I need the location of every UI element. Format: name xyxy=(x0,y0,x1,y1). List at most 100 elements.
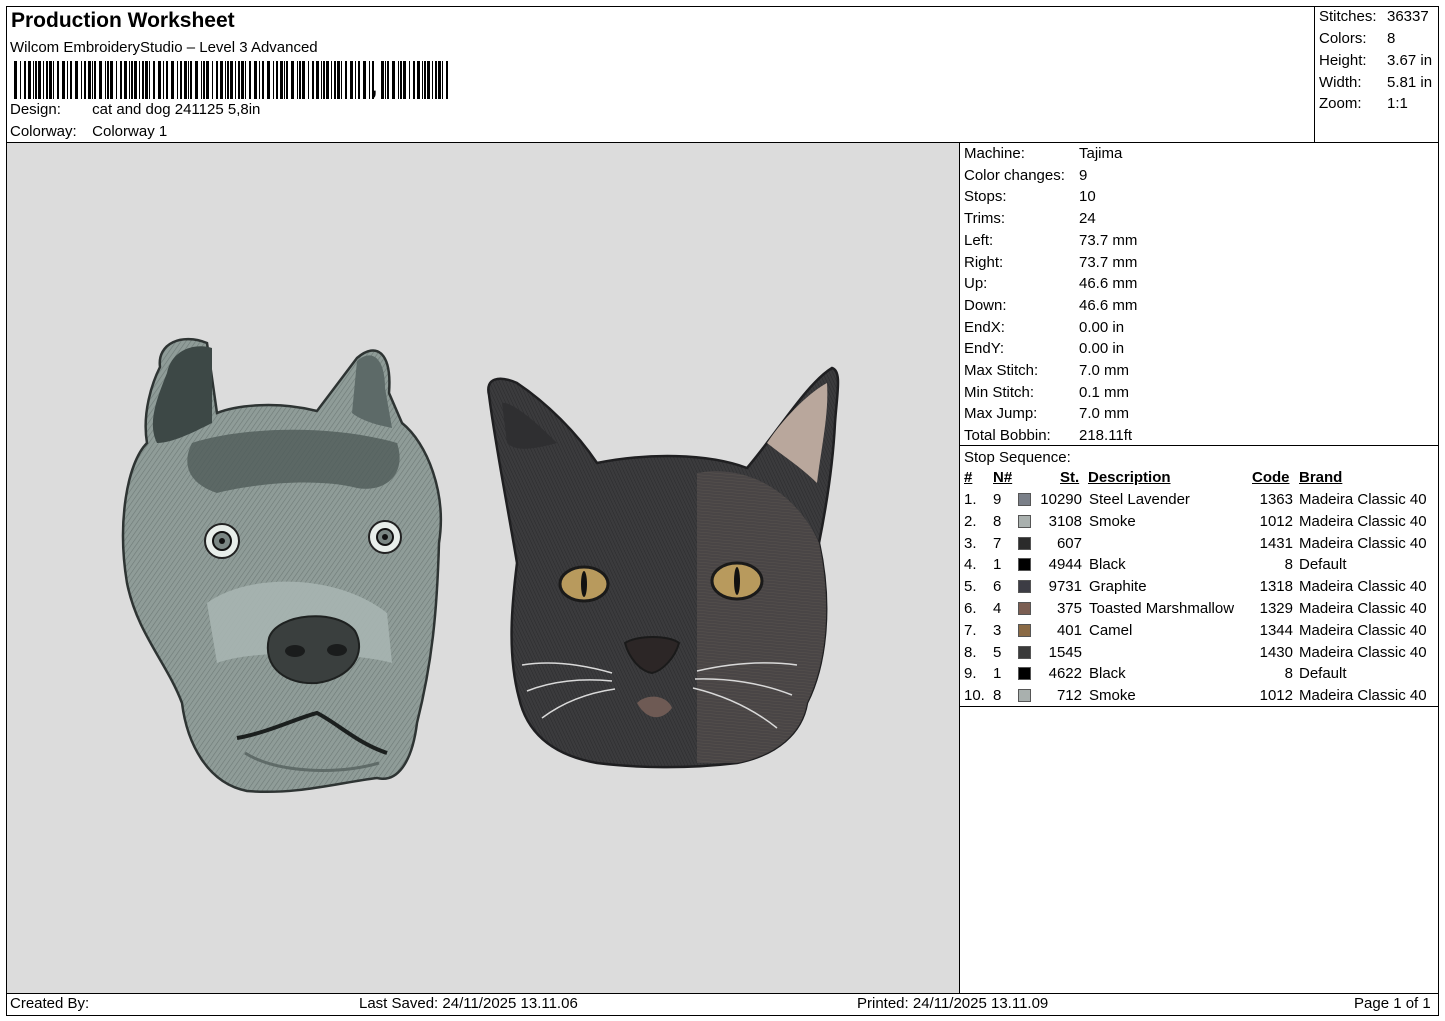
row-brand: Madeira Classic 40 xyxy=(1299,687,1427,705)
row-brand: Default xyxy=(1299,665,1347,683)
row-brand: Madeira Classic 40 xyxy=(1299,578,1427,596)
barcode-separator: , xyxy=(371,74,378,99)
row-stitches: 401 xyxy=(1056,621,1082,639)
row-description: Graphite xyxy=(1089,578,1147,596)
info-label: Left: xyxy=(964,231,994,249)
row-brand: Madeira Classic 40 xyxy=(1299,512,1427,530)
row-description: Steel Lavender xyxy=(1089,491,1190,508)
row-needle: 5 xyxy=(993,643,1002,661)
table-end-divider xyxy=(960,706,1439,707)
row-description: Camel xyxy=(1089,621,1133,639)
info-label: Max Jump: xyxy=(964,405,1038,423)
row-number: 7. xyxy=(964,621,977,639)
info-row: Left: 73.7 mm xyxy=(964,232,1137,249)
info-value: 0.00 in xyxy=(1079,340,1125,358)
info-value: 10 xyxy=(1079,188,1096,206)
info-label: Color changes: xyxy=(964,166,1065,184)
info-row: EndY: 0.00 in xyxy=(964,340,1124,357)
row-needle: 8 xyxy=(993,512,1002,530)
design-label: Design: xyxy=(10,101,61,118)
info-divider xyxy=(960,445,1439,446)
page-title: Production Worksheet xyxy=(11,9,235,32)
row-brand: Madeira Classic 40 xyxy=(1299,621,1427,639)
stat-height: Height: 3.67 in xyxy=(1319,52,1433,69)
row-brand: Madeira Classic 40 xyxy=(1299,491,1427,508)
info-label: Up: xyxy=(964,275,988,293)
row-code: 1012 xyxy=(1259,687,1293,705)
info-row: Max Jump: 7.0 mm xyxy=(964,405,1129,422)
col-code: Code xyxy=(1252,469,1290,486)
color-swatch xyxy=(1018,645,1031,659)
row-code: 1363 xyxy=(1259,491,1293,508)
design-value: cat and dog 241125 5,8in xyxy=(92,101,261,118)
info-row: Min Stitch: 0.1 mm xyxy=(964,384,1129,401)
row-description: Black xyxy=(1089,556,1126,574)
stat-colors: Colors: 8 xyxy=(1319,30,1396,47)
row-brand: Madeira Classic 40 xyxy=(1299,600,1427,617)
table-row: 3. 7 607 1431 Madeira Classic 40 xyxy=(960,535,1439,557)
row-stitches: 607 xyxy=(1056,534,1082,552)
table-row: 8. 5 1545 1430 Madeira Classic 40 xyxy=(960,644,1439,666)
info-value: 46.6 mm xyxy=(1079,296,1138,314)
info-row: Up: 46.6 mm xyxy=(964,275,1137,292)
cat-head-embroidery xyxy=(487,366,840,769)
colorway-row: Colorway: Colorway 1 xyxy=(10,123,167,140)
table-row: 2. 8 3108 Smoke 1012 Madeira Classic 40 xyxy=(960,513,1439,535)
row-description: Smoke xyxy=(1089,687,1136,705)
info-row: Max Stitch: 7.0 mm xyxy=(964,362,1129,379)
stat-zoom: Zoom: 1:1 xyxy=(1319,95,1408,112)
info-row: Color changes: 9 xyxy=(964,167,1087,184)
table-row: 7. 3 401 Camel 1344 Madeira Classic 40 xyxy=(960,622,1439,644)
table-row: 6. 4 375 Toasted Marshmallow 1329 Madeira Cla… xyxy=(960,600,1439,622)
row-code: 1012 xyxy=(1259,512,1293,530)
stat-stitches: Stitches: 36337 xyxy=(1319,8,1429,25)
col-brand: Brand xyxy=(1299,469,1343,486)
col-description: Description xyxy=(1088,469,1171,486)
created-by: Created By: xyxy=(10,995,90,1012)
info-value: 0.1 mm xyxy=(1079,383,1130,401)
row-needle: 4 xyxy=(993,600,1002,617)
row-stitches: 1545 xyxy=(1048,643,1082,661)
info-value: 7.0 mm xyxy=(1079,405,1130,423)
row-description: Toasted Marshmallow xyxy=(1089,600,1235,617)
color-swatch xyxy=(1018,493,1031,506)
info-label: Machine: xyxy=(964,145,1025,162)
row-brand: Madeira Classic 40 xyxy=(1299,534,1427,552)
info-label: Down: xyxy=(964,296,1007,314)
info-row: Machine: Tajima xyxy=(964,145,1122,162)
info-value: 73.7 mm xyxy=(1079,231,1138,249)
info-value: Tajima xyxy=(1079,145,1123,162)
row-needle: 1 xyxy=(993,665,1002,683)
row-code: 8 xyxy=(1284,556,1293,574)
info-row: Total Bobbin: 218.11ft xyxy=(964,427,1132,444)
row-needle: 9 xyxy=(993,491,1002,508)
info-label: EndY: xyxy=(964,340,1005,358)
color-swatch xyxy=(1018,580,1031,594)
row-description: Black xyxy=(1089,665,1126,683)
dog-head-embroidery xyxy=(121,337,443,794)
info-label: Total Bobbin: xyxy=(964,427,1051,445)
row-brand: Madeira Classic 40 xyxy=(1299,643,1427,661)
row-number: 1. xyxy=(964,491,977,508)
software-name: Wilcom EmbroideryStudio – Level 3 Advanc… xyxy=(10,39,318,56)
info-label: Right: xyxy=(964,253,1004,271)
row-description: Smoke xyxy=(1089,512,1136,530)
color-swatch xyxy=(1018,514,1031,528)
row-number: 9. xyxy=(964,665,977,683)
last-saved: Last Saved: 24/11/2025 13.11.06 xyxy=(359,995,578,1012)
footer-divider xyxy=(6,993,1439,994)
row-code: 1318 xyxy=(1259,578,1293,596)
color-swatch xyxy=(1018,623,1031,637)
printed-date: Printed: 24/11/2025 13.11.09 xyxy=(857,995,1049,1012)
info-row: EndX: 0.00 in xyxy=(964,319,1124,336)
info-row: Stops: 10 xyxy=(964,188,1096,205)
info-label: Trims: xyxy=(964,210,1006,228)
stats-panel: Stitches: 36337 Colors: 8 Height: 3.67 in W… xyxy=(1314,6,1439,143)
info-value: 46.6 mm xyxy=(1079,275,1138,293)
info-row: Down: 46.6 mm xyxy=(964,297,1137,314)
row-stitches: 375 xyxy=(1056,600,1082,617)
row-stitches: 10290 xyxy=(1040,491,1082,508)
row-stitches: 3108 xyxy=(1048,512,1082,530)
row-needle: 8 xyxy=(993,687,1002,705)
info-row: Trims: 24 xyxy=(964,210,1096,227)
